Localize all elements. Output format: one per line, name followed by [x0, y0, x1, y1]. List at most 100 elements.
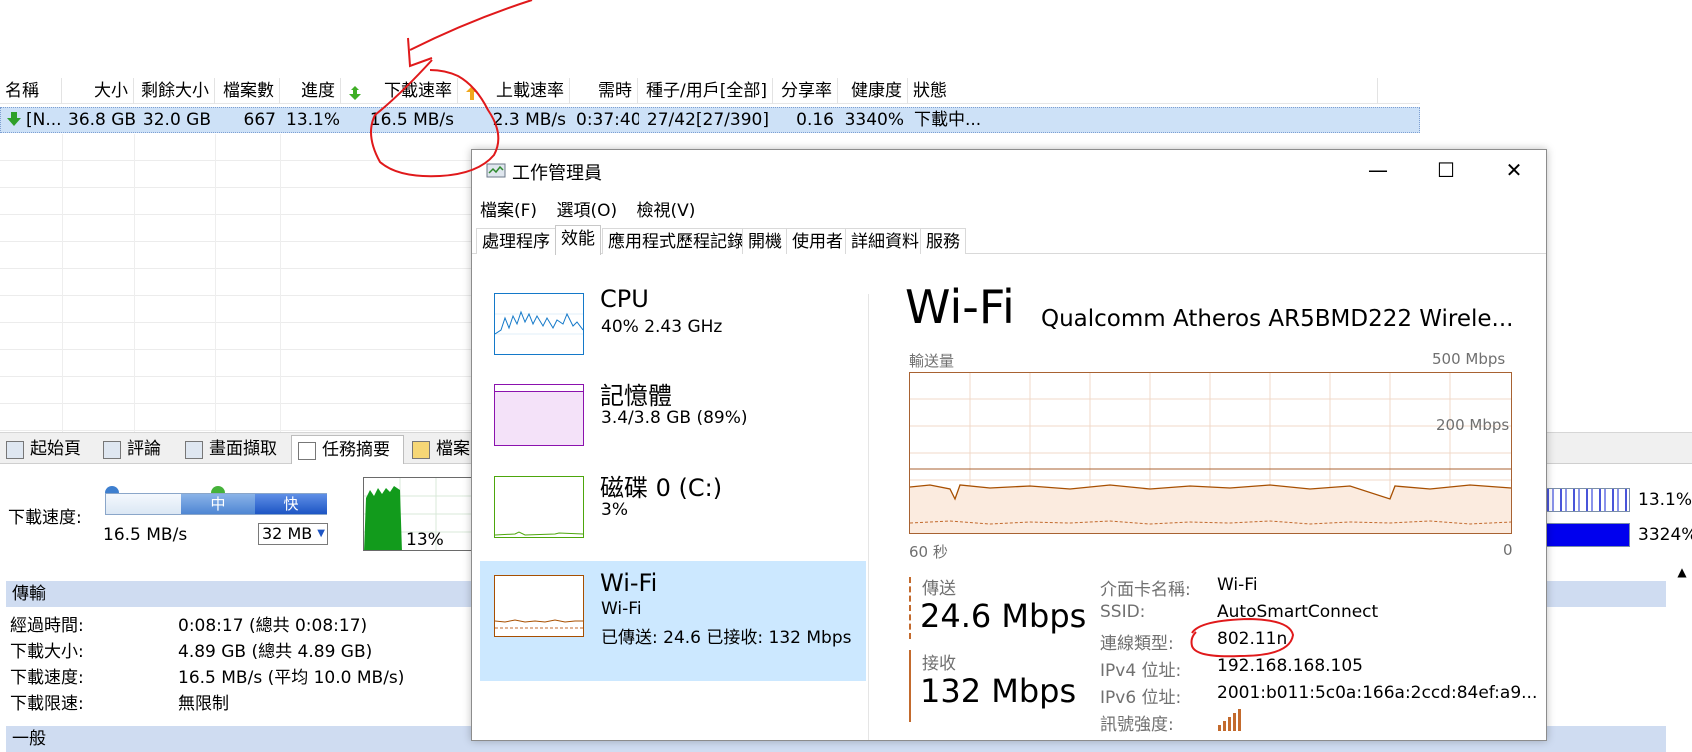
tab-services[interactable]: 服務: [920, 228, 966, 254]
slider-fast-label: 快: [255, 494, 327, 514]
throughput-chart: [909, 372, 1512, 534]
task-manager-tabs: 處理程序 效能 應用程式歷程記錄 開機 使用者 詳細資料 服務: [472, 224, 1546, 255]
task-manager-window: 工作管理員 — ☐ ✕ 檔案(F) 選項(O) 檢視(V) 處理程序 效能 應用…: [471, 149, 1547, 741]
slider-mid-label: 中: [181, 494, 255, 514]
tab-task-summary[interactable]: 任務摘要: [291, 435, 404, 464]
availability-percent: 3324%: [1638, 525, 1692, 545]
adapter-name-label: 介面卡名稱:: [1100, 580, 1191, 600]
slider-thumb[interactable]: [105, 486, 119, 493]
grid-divider: [215, 134, 216, 434]
window-title: 工作管理員: [512, 163, 602, 184]
col-name[interactable]: 名稱: [0, 78, 62, 104]
download-limit-label: 下載限速:: [10, 694, 84, 714]
download-arrow-icon: [347, 83, 363, 100]
menu-view[interactable]: 檢視(V): [637, 201, 696, 221]
speed-cap-select[interactable]: 32 MB ▼: [258, 523, 328, 545]
resource-name: 記憶體: [600, 382, 672, 410]
downloaded-size-label: 下載大小:: [10, 642, 84, 662]
adapter-name-value: Wi-Fi: [1217, 575, 1258, 595]
col-up-speed[interactable]: 上載速率: [458, 78, 570, 104]
tab-users[interactable]: 使用者: [786, 228, 849, 254]
downloaded-size-value: 4.89 GB (總共 4.89 GB): [178, 642, 373, 662]
speed-limit-slider[interactable]: 中 快: [105, 486, 327, 515]
torrent-row[interactable]: [N... 36.8 GB 32.0 GB 667 13.1% 16.5 MB/…: [0, 107, 1420, 133]
ssid-value: AutoSmartConnect: [1217, 602, 1379, 622]
memory-mini-graph: [494, 384, 584, 446]
signal-strength-label: 訊號強度:: [1100, 715, 1174, 735]
tab-startup[interactable]: 開機: [742, 228, 788, 254]
grid-divider: [62, 134, 63, 434]
arrow-line-annotation: [409, 0, 533, 51]
torrent-progress: 13.1%: [286, 110, 341, 130]
tab-performance[interactable]: 效能: [555, 225, 601, 255]
col-down-speed[interactable]: 下載速率: [341, 78, 458, 104]
signal-strength-icon: [1217, 708, 1243, 737]
torrent-seeds-peers: 27/42[27/390]: [646, 110, 769, 130]
grid-divider: [280, 134, 281, 434]
torrent-size: 36.8 GB: [68, 110, 135, 130]
menu-options[interactable]: 選項(O): [556, 201, 617, 221]
arrow-head-annotation: [407, 37, 433, 68]
tab-app-history[interactable]: 應用程式歷程記錄: [602, 228, 750, 254]
minimize-button[interactable]: —: [1344, 150, 1412, 190]
download-limit-value: 無限制: [178, 694, 229, 714]
tab-start-page[interactable]: 起始頁: [0, 435, 95, 464]
tab-comments[interactable]: 評論: [97, 435, 177, 464]
torrent-list-header: 名稱 大小 剩餘大小 檔案數 進度 下載速率 上載速率 需時 種子/用戶[全部]…: [0, 78, 1420, 104]
resource-wifi[interactable]: Wi-Fi Wi-Fi 已傳送: 24.6 已接收: 132 Mbps: [480, 561, 866, 681]
col-files[interactable]: 檔案數: [215, 78, 280, 104]
download-speed-value: 16.5 MB/s: [103, 525, 188, 545]
grid-divider: [134, 134, 135, 434]
col-size[interactable]: 大小: [62, 78, 134, 104]
download-speed-label: 下載速度:: [8, 508, 82, 528]
title-bar[interactable]: 工作管理員 — ☐ ✕: [472, 150, 1546, 190]
tab-files[interactable]: 檔案: [406, 435, 476, 464]
resource-usage: 3%: [601, 500, 628, 520]
resource-name: Wi-Fi: [600, 569, 658, 597]
torrent-eta: 0:37:40: [576, 110, 639, 130]
upload-arrow-icon: [464, 83, 480, 100]
tab-processes[interactable]: 處理程序: [476, 228, 556, 254]
connection-type-value: 802.11n: [1217, 629, 1288, 649]
chart-mid-label: 200 Mbps: [1436, 416, 1510, 434]
col-seeds-peers[interactable]: 種子/用戶[全部]: [638, 78, 773, 104]
ipv4-value: 192.168.168.105: [1217, 656, 1364, 676]
disk-mini-graph: [494, 476, 584, 538]
download-speed-row-label: 下載速度:: [10, 668, 84, 688]
wifi-mini-graph: [494, 575, 584, 637]
col-progress[interactable]: 進度: [280, 78, 341, 104]
task-manager-app-icon: [486, 162, 506, 180]
tab-screenshots[interactable]: 畫面擷取: [179, 435, 289, 464]
resource-name: CPU: [600, 285, 649, 313]
resource-usage: 已傳送: 24.6 已接收: 132 Mbps: [601, 628, 852, 648]
torrent-down-speed: 16.5 MB/s: [369, 110, 454, 130]
torrent-files: 667: [243, 110, 276, 130]
slider-marker: [211, 486, 225, 493]
maximize-button[interactable]: ☐: [1412, 150, 1480, 190]
send-value: 24.6 Mbps: [920, 597, 1087, 635]
checklist-icon: [298, 442, 316, 460]
col-health[interactable]: 健康度: [838, 78, 908, 104]
col-ratio[interactable]: 分享率: [773, 78, 838, 104]
torrent-remaining: 32.0 GB: [142, 110, 211, 130]
cpu-mini-graph: [494, 293, 584, 355]
col-eta[interactable]: 需時: [570, 78, 638, 104]
receive-value: 132 Mbps: [920, 672, 1077, 710]
resource-usage: 40% 2.43 GHz: [601, 317, 723, 337]
chart-x-right-label: 0: [1503, 541, 1513, 559]
connection-type-label: 連線類型:: [1100, 634, 1174, 654]
torrent-up-speed: 2.3 MB/s: [492, 110, 566, 130]
col-remaining[interactable]: 剩餘大小: [134, 78, 215, 104]
home-icon: [6, 441, 24, 459]
ssid-label: SSID:: [1100, 602, 1146, 622]
scroll-up-arrow-icon[interactable]: ▲: [1672, 565, 1692, 583]
menu-bar: 檔案(F) 選項(O) 檢視(V): [480, 196, 709, 221]
tab-details[interactable]: 詳細資料: [845, 228, 925, 254]
graph-percent: 13%: [406, 530, 444, 550]
close-button[interactable]: ✕: [1480, 150, 1546, 190]
resource-usage: 3.4/3.8 GB (89%): [601, 408, 748, 428]
menu-file[interactable]: 檔案(F): [480, 201, 537, 221]
ipv6-value: 2001:b011:5c0a:166a:2ccd:84ef:a9...: [1217, 683, 1538, 703]
col-status[interactable]: 狀態: [908, 78, 1378, 104]
comment-icon: [103, 441, 121, 459]
